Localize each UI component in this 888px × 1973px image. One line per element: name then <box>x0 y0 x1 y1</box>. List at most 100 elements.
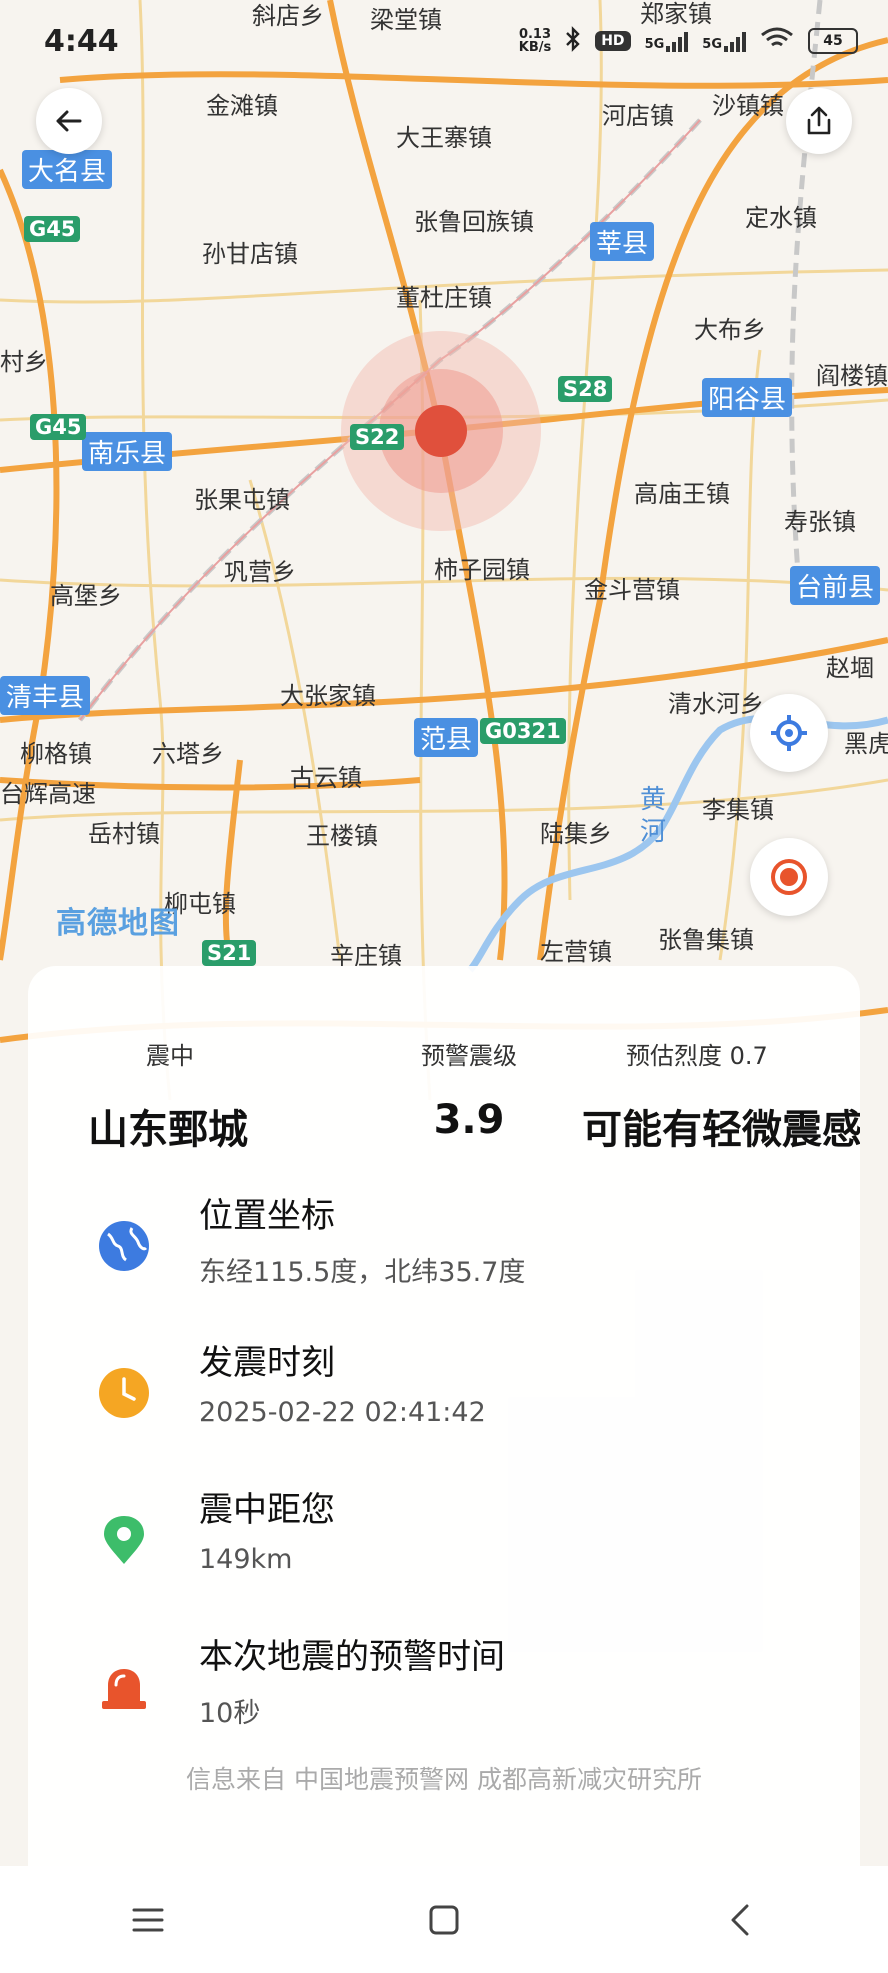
map-label: 高庙王镇 <box>634 480 730 508</box>
location-pin-icon <box>104 1516 144 1564</box>
map-label: 高堡乡 <box>50 582 122 610</box>
list-item: 位置坐标 东经115.5度，北纬35.7度 <box>28 1176 860 1323</box>
detail-list: 位置坐标 东经115.5度，北纬35.7度 发震时刻 2025-02-22 02… <box>28 1176 860 1764</box>
map-label: 王楼镇 <box>306 822 378 850</box>
county-label: 清丰县 <box>0 676 91 715</box>
county-label: 阳谷县 <box>702 378 793 417</box>
epicenter-title: 震中 <box>146 1042 194 1070</box>
road-sign: G0321 <box>480 718 566 744</box>
map-label: 柳格镇 <box>20 740 92 768</box>
list-item: 发震时刻 2025-02-22 02:41:42 <box>28 1323 860 1470</box>
crosshair-icon <box>771 715 807 751</box>
road-sign: G45 <box>24 216 81 242</box>
map-label: 左营镇 <box>540 938 612 966</box>
map-label: 寿张镇 <box>784 508 856 536</box>
arrow-left-icon <box>56 110 82 132</box>
status-time: 4:44 <box>44 23 119 59</box>
road-sign: G45 <box>30 414 87 440</box>
signal-icon: 5G <box>702 30 746 52</box>
clock-icon <box>99 1368 149 1418</box>
map-label: 陆集乡 <box>540 820 612 848</box>
map-label: 李集镇 <box>702 796 774 824</box>
status-bar: 4:44 0.13 KB/s HD 5G 5G 45 <box>0 0 888 82</box>
hd-badge: HD <box>595 31 631 51</box>
home-button[interactable] <box>414 1890 474 1950</box>
map-label: 大布乡 <box>694 316 766 344</box>
menu-button[interactable] <box>118 1890 178 1950</box>
net-speed: 0.13 KB/s <box>518 27 552 55</box>
map-label: 沙镇镇 <box>712 92 784 120</box>
signal-icon: 5G <box>645 30 689 52</box>
map-watermark: 高德地图 <box>56 906 180 941</box>
share-icon <box>807 106 831 135</box>
wifi-icon <box>760 27 794 56</box>
magnitude-title: 预警震级 <box>421 1042 517 1070</box>
road-sign: S22 <box>350 424 405 450</box>
county-label: 台前县 <box>790 566 881 605</box>
map-label: 大张家镇 <box>280 682 376 710</box>
globe-icon <box>99 1221 149 1271</box>
county-label: 莘县 <box>590 222 655 261</box>
map-label: 村乡 <box>0 348 48 376</box>
list-item: 震中距您 149km <box>28 1470 860 1617</box>
warning-time-value: 10秒 <box>199 1698 261 1729</box>
map-label: 金滩镇 <box>206 92 278 120</box>
warning-time-title: 本次地震的预警时间 <box>199 1637 505 1677</box>
road-sign: S28 <box>558 376 613 402</box>
map-label: 张鲁集镇 <box>658 926 754 954</box>
target-icon <box>771 859 807 895</box>
epicenter-dot <box>415 405 467 457</box>
epicenter-button[interactable] <box>750 838 828 916</box>
distance-value: 149km <box>199 1544 293 1575</box>
map-label: 赵堌 <box>826 654 874 682</box>
epicenter-value: 山东鄄城 <box>88 1107 248 1153</box>
battery-icon: 45 <box>808 28 858 54</box>
map-label: 巩营乡 <box>224 558 296 586</box>
distance-title: 震中距您 <box>199 1490 335 1530</box>
county-label: 大名县 <box>22 150 113 189</box>
county-label: 南乐县 <box>82 432 173 471</box>
map-label: 台辉高速 <box>0 780 96 808</box>
map-label: 柿子园镇 <box>434 556 530 584</box>
quake-time-title: 发震时刻 <box>199 1343 335 1383</box>
alarm-light-icon <box>102 1669 146 1709</box>
intensity-summary: 预估烈度 0.7 可能有轻微震感 <box>582 1036 860 1155</box>
summary-row: 震中 山东鄄城 预警震级 3.9 预估烈度 0.7 可能有轻微震感 <box>28 1036 860 1196</box>
coordinates-title: 位置坐标 <box>199 1196 335 1236</box>
county-label: 范县 <box>414 718 479 757</box>
back-button[interactable] <box>36 88 102 154</box>
map-label: 金斗营镇 <box>584 576 680 604</box>
quake-time-value: 2025-02-22 02:41:42 <box>199 1397 486 1428</box>
coordinates-value: 东经115.5度，北纬35.7度 <box>199 1257 526 1288</box>
road-sign: S21 <box>202 940 257 966</box>
intensity-value: 可能有轻微震感 <box>582 1107 860 1153</box>
map-label: 六塔乡 <box>152 740 224 768</box>
list-item: 本次地震的预警时间 10秒 <box>28 1617 860 1764</box>
earthquake-info-card: 震中 山东鄄城 预警震级 3.9 预估烈度 0.7 可能有轻微震感 位置坐标 东… <box>28 966 860 1866</box>
map-label: 清水河乡 <box>668 690 764 718</box>
map-label: 黑虎 <box>844 730 888 758</box>
map-label: 张果屯镇 <box>194 486 290 514</box>
map-label: 张鲁回族镇 <box>414 208 534 236</box>
map-label: 岳村镇 <box>88 820 160 848</box>
magnitude-value: 3.9 <box>433 1097 505 1143</box>
back-icon <box>731 1904 749 1935</box>
data-source-note: 信息来自 中国地震预警网 成都高新减灾研究所 <box>186 1765 702 1794</box>
locate-me-button[interactable] <box>750 694 828 772</box>
bluetooth-icon <box>565 25 581 57</box>
river-label: 黄河 <box>640 785 667 847</box>
map-label: 阎楼镇 <box>816 362 888 390</box>
magnitude-summary: 预警震级 3.9 <box>354 1036 584 1143</box>
menu-icon <box>132 1908 164 1931</box>
map-label: 大王寨镇 <box>396 124 492 152</box>
map-label: 定水镇 <box>745 204 817 232</box>
share-button[interactable] <box>786 88 852 154</box>
map-label: 孙甘店镇 <box>202 240 298 268</box>
epicenter-summary: 震中 山东鄄城 <box>88 1036 324 1155</box>
home-icon <box>429 1905 459 1934</box>
map-label: 古云镇 <box>290 764 362 792</box>
nav-back-button[interactable] <box>710 1890 770 1950</box>
map-label: 河店镇 <box>602 102 674 130</box>
intensity-title: 预估烈度 0.7 <box>626 1042 768 1070</box>
map-label: 董杜庄镇 <box>396 284 492 312</box>
